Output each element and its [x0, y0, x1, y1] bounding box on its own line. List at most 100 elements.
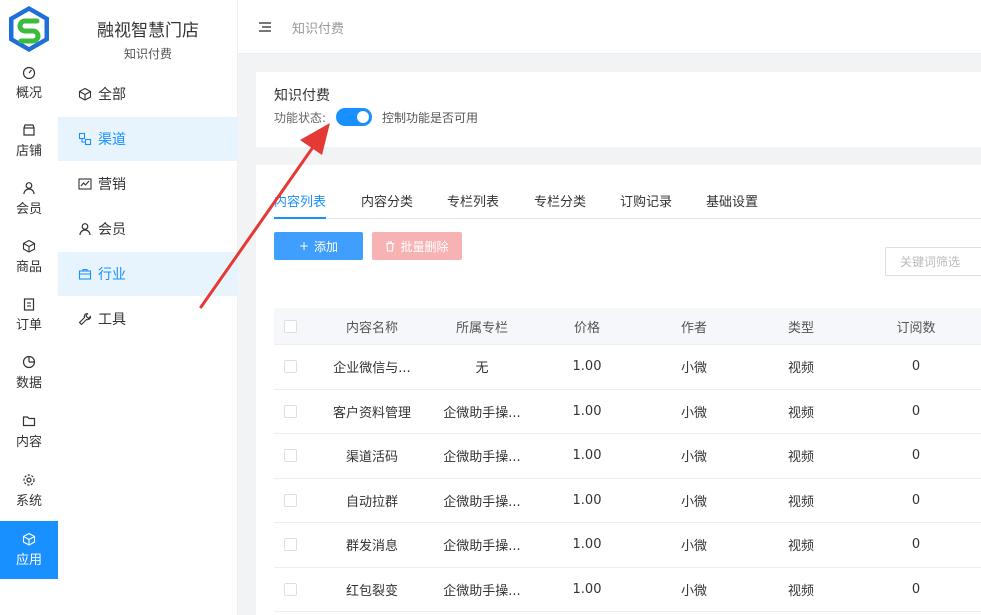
row-checkbox[interactable] [283, 404, 297, 418]
subnav-item-channel[interactable]: 渠道 [58, 117, 238, 161]
rail-item-orders[interactable]: 订单 [0, 286, 58, 344]
cell-author: 小微 [680, 405, 707, 421]
header-subscriptions: 订阅数 [896, 320, 936, 336]
dashboard-icon [22, 66, 36, 79]
subnav-item-industry[interactable]: 行业 [58, 252, 238, 296]
cell-author: 小微 [680, 494, 707, 510]
batch-delete-button[interactable]: 批量删除 [372, 232, 462, 260]
rail-item-label: 数据 [15, 376, 42, 391]
row-checkbox[interactable] [283, 538, 297, 552]
subnav-item-tools[interactable]: 工具 [58, 297, 238, 341]
cell-type: 视频 [787, 539, 814, 555]
rail-item-store[interactable]: 店铺 [0, 112, 58, 170]
table-row: 红包裂变 企微助手操... 1.00 小微 视频 0 [274, 568, 981, 612]
cell-column: 企微助手操... [443, 405, 521, 421]
logo-icon [9, 6, 49, 52]
add-button-label: 添加 [314, 239, 339, 254]
box-icon [22, 239, 36, 253]
feature-toggle-switch[interactable] [336, 108, 372, 126]
subnav-item-label: 工具 [98, 312, 126, 328]
cell-price: 1.00 [572, 537, 602, 553]
store-subtitle: 知识付费 [123, 47, 172, 61]
subnav-item-label: 会员 [98, 222, 126, 238]
cell-content-name: 渠道活码 [345, 450, 398, 466]
cell-subscriptions: 0 [911, 537, 921, 553]
user-icon [79, 223, 91, 236]
row-checkbox-cell [274, 493, 306, 507]
cell-price: 1.00 [572, 403, 602, 419]
header-author: 作者 [680, 320, 707, 336]
rail-item-label: 系统 [15, 494, 42, 509]
cell-content-name: 企业微信与... [333, 361, 411, 377]
wrench-icon [78, 312, 92, 326]
tab-basic-settings[interactable]: 基础设置 [706, 191, 758, 210]
cell-column: 企微助手操... [443, 494, 521, 510]
sub-nav: 融视智慧门店 知识付费 全部 渠道 营销 会员 行业 工具 [58, 0, 238, 615]
feature-title: 知识付费 [274, 88, 330, 104]
store-icon [23, 124, 35, 136]
feature-status-panel: 知识付费 功能状态: 控制功能是否可用 [256, 72, 981, 147]
select-all-checkbox[interactable] [283, 319, 297, 333]
row-checkbox[interactable] [283, 449, 297, 463]
row-checkbox[interactable] [283, 493, 297, 507]
switch-knob [357, 111, 369, 123]
rail-item-system[interactable]: 系统 [0, 462, 58, 520]
subnav-item-marketing[interactable]: 营销 [58, 162, 238, 206]
rail-item-products[interactable]: 商品 [0, 228, 58, 286]
rail-item-label: 应用 [15, 553, 42, 568]
cell-subscriptions: 0 [911, 403, 921, 419]
cell-author: 小微 [680, 361, 707, 377]
plus-icon: + [298, 239, 310, 253]
row-checkbox[interactable] [283, 360, 297, 374]
table-row: 群发消息 企微助手操... 1.00 小微 视频 0 [274, 523, 981, 568]
rail-item-label: 会员 [15, 202, 42, 217]
cell-price: 1.00 [572, 492, 602, 508]
menu-toggle-icon[interactable] [258, 20, 272, 34]
tab-content-category[interactable]: 内容分类 [361, 191, 413, 210]
tab-column-category[interactable]: 专栏分类 [534, 191, 586, 210]
rail-item-label: 订单 [15, 318, 42, 333]
cell-column: 企微助手操... [443, 583, 521, 599]
cell-content-name: 客户资料管理 [332, 405, 411, 421]
main-nav-rail: 概况 店铺 会员 商品 订单 数据 内容 系统 应用 [0, 0, 58, 615]
keyword-filter-input[interactable] [885, 247, 981, 276]
channel-icon [78, 132, 92, 146]
active-tab-indicator [274, 217, 326, 219]
content-panel: 内容列表 内容分类 专栏列表 专栏分类 订购记录 基础设置 + 添加 批量删除 … [256, 165, 981, 615]
breadcrumb: 知识付费 [292, 22, 345, 37]
cell-type: 视频 [787, 450, 814, 466]
table-row: 企业微信与... 无 1.00 小微 视频 0 [274, 345, 981, 390]
tab-content-list[interactable]: 内容列表 [274, 191, 326, 210]
rail-item-label: 内容 [15, 435, 42, 450]
cell-price: 1.00 [572, 359, 602, 375]
rail-item-content[interactable]: 内容 [0, 403, 58, 461]
subnav-item-label: 全部 [98, 87, 126, 103]
clipboard-icon [23, 298, 35, 311]
row-checkbox[interactable] [283, 582, 297, 596]
rail-item-apps[interactable]: 应用 [0, 521, 58, 579]
add-button[interactable]: + 添加 [274, 232, 363, 260]
row-checkbox-cell [274, 449, 306, 463]
header-type: 类型 [787, 320, 814, 336]
table-row: 渠道活码 企微助手操... 1.00 小微 视频 0 [274, 434, 981, 479]
subnav-item-all[interactable]: 全部 [58, 72, 238, 116]
subnav-item-label: 渠道 [98, 132, 126, 148]
cell-type: 视频 [787, 361, 814, 377]
header-column: 所属专栏 [455, 320, 508, 336]
gear-icon [23, 474, 35, 486]
header-content-name: 内容名称 [345, 320, 398, 336]
cell-type: 视频 [787, 494, 814, 510]
table-row: 客户资料管理 企微助手操... 1.00 小微 视频 0 [274, 390, 981, 434]
subnav-item-members[interactable]: 会员 [58, 207, 238, 251]
cell-author: 小微 [680, 450, 707, 466]
tab-column-list[interactable]: 专栏列表 [447, 191, 499, 210]
rail-item-overview[interactable]: 概况 [0, 54, 58, 112]
rail-item-label: 概况 [15, 86, 42, 101]
cell-author: 小微 [680, 539, 707, 555]
cell-content-name: 红包裂变 [345, 583, 398, 599]
rail-item-data[interactable]: 数据 [0, 344, 58, 402]
tab-order-records[interactable]: 订购记录 [620, 191, 672, 210]
folder-icon [22, 416, 36, 427]
rail-item-members[interactable]: 会员 [0, 170, 58, 228]
header-price: 价格 [573, 320, 600, 336]
